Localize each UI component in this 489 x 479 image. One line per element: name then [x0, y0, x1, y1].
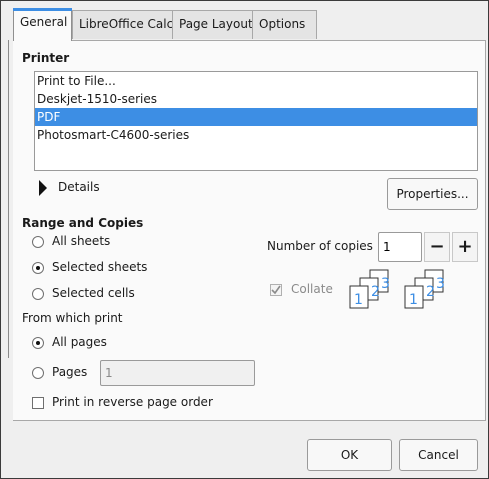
collate-checkbox[interactable]	[270, 284, 282, 296]
increment-copies-button[interactable]: +	[452, 232, 478, 262]
pages-input[interactable]	[100, 360, 255, 386]
range-copies-heading: Range and Copies	[22, 216, 144, 230]
print-dialog: General LibreOffice Calc Page Layout Opt…	[0, 0, 489, 479]
copies-input[interactable]	[378, 232, 422, 262]
left-edge-divider	[1, 40, 9, 358]
reverse-order-label: Print in reverse page order	[52, 395, 213, 409]
svg-text:2: 2	[371, 284, 380, 300]
cancel-button[interactable]: Cancel	[399, 439, 478, 471]
svg-text:3: 3	[381, 276, 390, 292]
tab-options[interactable]: Options	[252, 10, 317, 39]
radio-pages[interactable]	[32, 367, 44, 379]
radio-selected-sheets[interactable]	[32, 262, 44, 274]
properties-button[interactable]: Properties...	[387, 178, 478, 210]
printer-list[interactable]: Print to File... Deskjet-1510-series PDF…	[34, 71, 478, 171]
radio-all-pages[interactable]	[32, 337, 44, 349]
selected-cells-label: Selected cells	[52, 286, 135, 300]
printer-item[interactable]: Deskjet-1510-series	[35, 90, 477, 108]
printer-item[interactable]: Print to File...	[35, 72, 477, 90]
ok-button[interactable]: OK	[307, 439, 392, 471]
details-expander[interactable]: Details	[38, 179, 108, 197]
collate-label: Collate	[291, 282, 333, 296]
svg-text:1: 1	[409, 292, 418, 308]
pages-label: Pages	[52, 365, 88, 379]
number-of-copies-label: Number of copies	[267, 239, 373, 253]
printer-heading: Printer	[22, 51, 70, 65]
radio-all-sheets[interactable]	[32, 236, 44, 248]
collated-pages-icon: 1 2 3	[404, 269, 445, 309]
decrement-copies-button[interactable]: −	[424, 232, 450, 262]
all-pages-label: All pages	[52, 335, 107, 349]
radio-selected-cells[interactable]	[32, 288, 44, 300]
svg-text:3: 3	[436, 276, 445, 292]
printer-item-selected[interactable]: PDF	[35, 108, 477, 126]
svg-text:1: 1	[354, 292, 363, 308]
collated-pages-icon: 1 2 3	[349, 269, 390, 309]
reverse-order-checkbox[interactable]	[32, 397, 44, 409]
selected-sheets-label: Selected sheets	[52, 260, 148, 274]
svg-text:2: 2	[426, 284, 435, 300]
tab-page-layout[interactable]: Page Layout	[172, 10, 264, 39]
expand-arrow-icon	[39, 180, 47, 196]
from-which-print-label: From which print	[22, 311, 123, 325]
printer-item[interactable]: Photosmart-C4600-series	[35, 126, 477, 144]
all-sheets-label: All sheets	[52, 234, 111, 248]
details-label: Details	[58, 180, 100, 194]
tab-libreoffice-calc[interactable]: LibreOffice Calc	[72, 10, 184, 39]
checkmark-icon	[271, 285, 281, 295]
tab-general[interactable]: General	[13, 8, 72, 41]
